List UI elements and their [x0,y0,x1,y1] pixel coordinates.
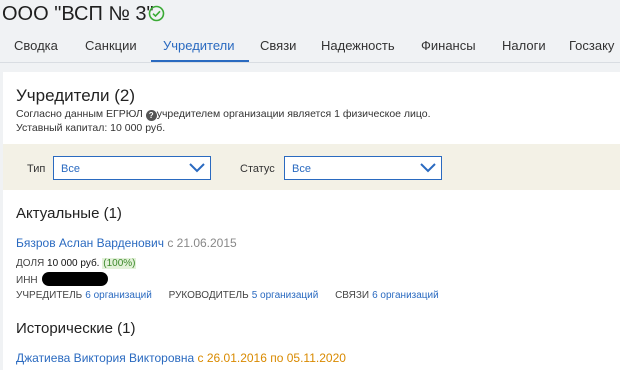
founder-roles: УЧРЕДИТЕЛЬ 6 организаций РУКОВОДИТЕЛЬ 5 ор… [16,290,453,301]
founder-inn: ИНН [16,272,109,286]
status-select[interactable]: Все [284,156,442,180]
company-title: ООО "ВСП № 3" [2,3,154,25]
tab-summary[interactable]: Сводка [14,38,58,53]
inn-redacted [42,272,109,286]
note-suffix: учредителем организации является 1 физич… [156,108,431,120]
founder-share: ДОЛЯ 10 000 руб. (100%) [16,258,137,269]
historical-founder: Джатиева Виктория Викторовна с 26.01.201… [16,351,346,365]
tab-finances[interactable]: Финансы [421,38,476,53]
type-select-value: Все [61,163,80,175]
share-label: ДОЛЯ [16,258,45,269]
type-select[interactable]: Все [53,156,211,180]
historical-founder-period: с 26.01.2016 по 05.11.2020 [197,351,346,365]
filter-bar: Тип Все Статус Все [3,144,620,190]
founder-since-date: с 21.06.2015 [167,236,237,250]
tab-founders[interactable]: Учредители [163,38,235,53]
share-value: 10 000 руб. [47,258,100,269]
current-founder: Бязров Аслан Варденович с 21.06.2015 [16,236,237,250]
role-director-link[interactable]: 5 организаций [252,290,319,301]
founders-panel: Учредители (2) Согласно данным ЕГРЮЛ ? уч… [3,72,620,370]
founders-note: Согласно данным ЕГРЮЛ ? учредителем орган… [16,108,431,121]
founder-name-link[interactable]: Бязров Аслан Варденович [16,236,164,250]
status-filter-label: Статус [240,163,275,175]
historical-founder-name-link[interactable]: Джатиева Виктория Викторовна [16,351,194,365]
role-director-label: РУКОВОДИТЕЛЬ [168,290,249,301]
tab-sanctions[interactable]: Санкции [85,38,137,53]
role-founder-label: УЧРЕДИТЕЛЬ [16,290,83,301]
historical-founders-title: Исторические (1) [16,320,136,337]
tab-procurement[interactable]: Госзаку [569,38,614,53]
tab-reliability[interactable]: Надежность [321,38,395,53]
role-connections-link[interactable]: 6 организаций [372,290,439,301]
active-tab-indicator [151,60,249,62]
authorized-capital: Уставный капитал: 10 000 руб. [16,122,166,134]
tab-bar: Сводка Санкции Учредители Связи Надежнос… [0,27,620,63]
share-percent: (100%) [102,258,137,269]
tab-connections[interactable]: Связи [260,38,296,53]
type-filter-label: Тип [27,163,46,175]
verified-check-icon [148,5,165,22]
founders-title: Учредители (2) [16,86,136,105]
status-select-value: Все [292,163,311,175]
current-founders-title: Актуальные (1) [16,205,122,222]
tab-taxes[interactable]: Налоги [502,38,546,53]
company-header: ООО "ВСП № 3" [0,0,620,27]
role-founder-link[interactable]: 6 организаций [85,290,152,301]
inn-label: ИНН [16,275,38,286]
chevron-down-icon [189,163,205,173]
note-prefix: Согласно данным ЕГРЮЛ [16,108,143,120]
chevron-down-icon [420,163,436,173]
help-icon[interactable]: ? [145,110,157,121]
role-connections-label: СВЯЗИ [335,290,370,301]
